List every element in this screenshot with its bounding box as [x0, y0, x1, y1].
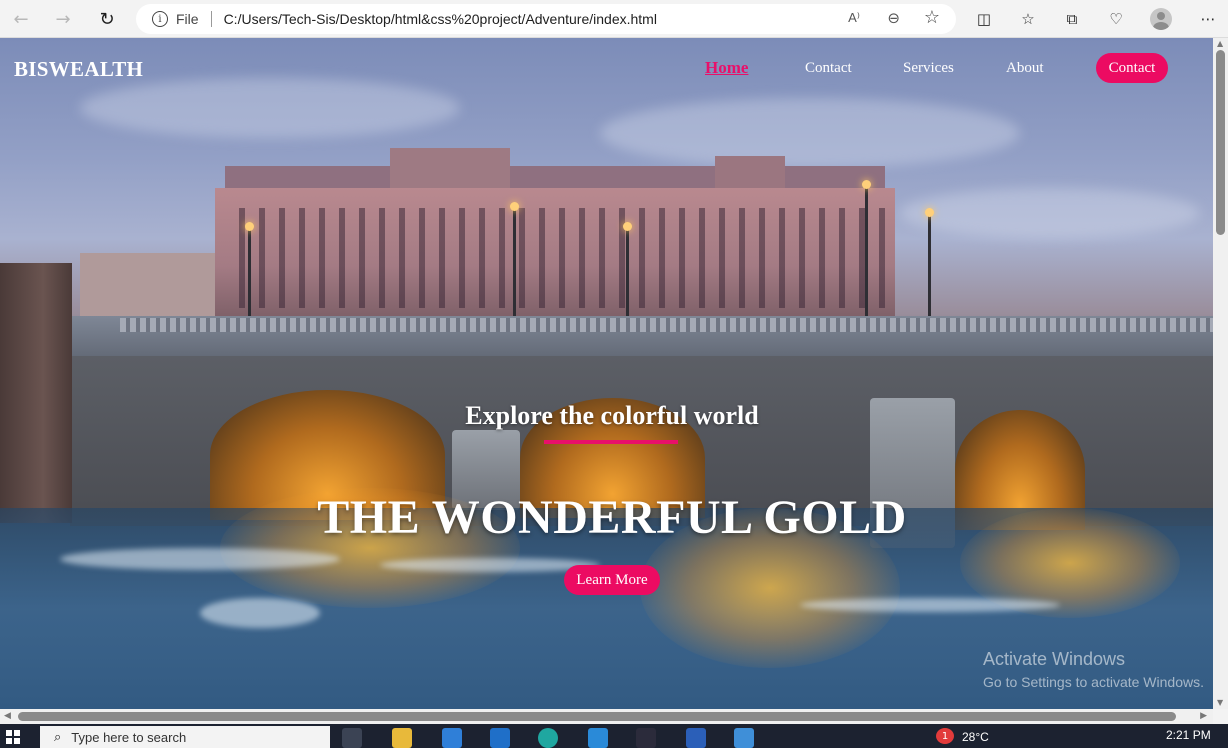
site-info-icon[interactable]: i — [152, 11, 168, 27]
contact-button[interactable]: Contact — [1096, 53, 1168, 83]
clock-time[interactable]: 2:21 PM — [1166, 728, 1211, 742]
temperature-label[interactable]: 28°C — [962, 730, 989, 744]
vscode-icon[interactable] — [588, 728, 608, 748]
browser-toolbar: ← → ↻ i File C:/Users/Tech-Sis/Desktop/h… — [0, 0, 1228, 38]
vertical-scroll-thumb[interactable] — [1216, 50, 1225, 235]
read-aloud-icon[interactable]: A⁾ — [848, 10, 860, 26]
sublime-icon[interactable] — [636, 728, 656, 748]
task-view-icon[interactable] — [342, 728, 362, 748]
scroll-up-icon[interactable]: ▲ — [1217, 39, 1223, 48]
edge-browser-icon[interactable] — [538, 728, 558, 748]
nav-services-link[interactable]: Services — [903, 60, 954, 77]
scroll-left-icon[interactable]: ◀ — [4, 711, 11, 721]
learn-more-button[interactable]: Learn More — [564, 565, 660, 595]
split-screen-icon[interactable]: ◫ — [973, 8, 995, 30]
store-icon[interactable] — [442, 728, 462, 748]
scroll-down-icon[interactable]: ▼ — [1217, 698, 1223, 707]
zoom-icon[interactable]: ⊖ — [887, 9, 900, 27]
refresh-button[interactable]: ↻ — [94, 7, 120, 31]
hero-subtitle: Explore the colorful world — [465, 401, 759, 430]
url-text[interactable]: C:/Users/Tech-Sis/Desktop/html&css%20pro… — [224, 11, 657, 27]
nav-about-link[interactable]: About — [1006, 60, 1044, 77]
page-viewport: BISWEALTH Home Contact Services About Co… — [0, 38, 1213, 709]
profile-avatar[interactable] — [1150, 8, 1172, 30]
file-label: File — [176, 11, 199, 27]
hero-divider — [544, 440, 678, 444]
collections-icon[interactable]: ⧉ — [1061, 8, 1083, 30]
mail-icon[interactable] — [490, 728, 510, 748]
favorites-icon[interactable]: ☆ — [1017, 8, 1039, 30]
taskbar-search-placeholder: Type here to search — [71, 729, 187, 745]
vertical-scrollbar[interactable]: ▲ ▼ — [1213, 38, 1228, 709]
photos-icon[interactable] — [734, 728, 754, 748]
activate-windows-hint: Go to Settings to activate Windows. — [983, 674, 1204, 690]
windows-start-icon[interactable] — [6, 730, 20, 744]
nav-contact-link[interactable]: Contact — [805, 60, 852, 77]
address-bar[interactable]: i File C:/Users/Tech-Sis/Desktop/html&cs… — [136, 4, 956, 34]
search-icon: ⌕ — [54, 729, 62, 745]
windows-taskbar: ⌕ Type here to search 1 28°C 2:21 PM — [0, 724, 1228, 748]
scroll-right-icon[interactable]: ▶ — [1200, 711, 1207, 721]
site-logo[interactable]: BISWEALTH — [14, 57, 143, 82]
file-explorer-icon[interactable] — [392, 728, 412, 748]
address-separator — [210, 11, 212, 27]
horizontal-scroll-thumb[interactable] — [18, 712, 1176, 721]
activate-windows-title: Activate Windows — [983, 649, 1126, 669]
hero-title: THE WONDERFUL GOLD — [317, 491, 907, 544]
more-menu-icon[interactable]: ⋯ — [1197, 8, 1219, 30]
word-icon[interactable] — [686, 728, 706, 748]
browser-essentials-icon[interactable]: ♡ — [1105, 8, 1127, 30]
taskbar-search-box[interactable]: ⌕ Type here to search — [40, 726, 330, 748]
back-button[interactable]: ← — [8, 7, 34, 31]
nav-home-link[interactable]: Home — [705, 58, 748, 78]
forward-button[interactable]: → — [50, 7, 76, 31]
horizontal-scrollbar[interactable]: ◀ ▶ — [0, 709, 1213, 724]
weather-alert-icon[interactable]: 1 — [936, 728, 954, 744]
favorite-star-icon[interactable]: ☆ — [924, 7, 940, 28]
